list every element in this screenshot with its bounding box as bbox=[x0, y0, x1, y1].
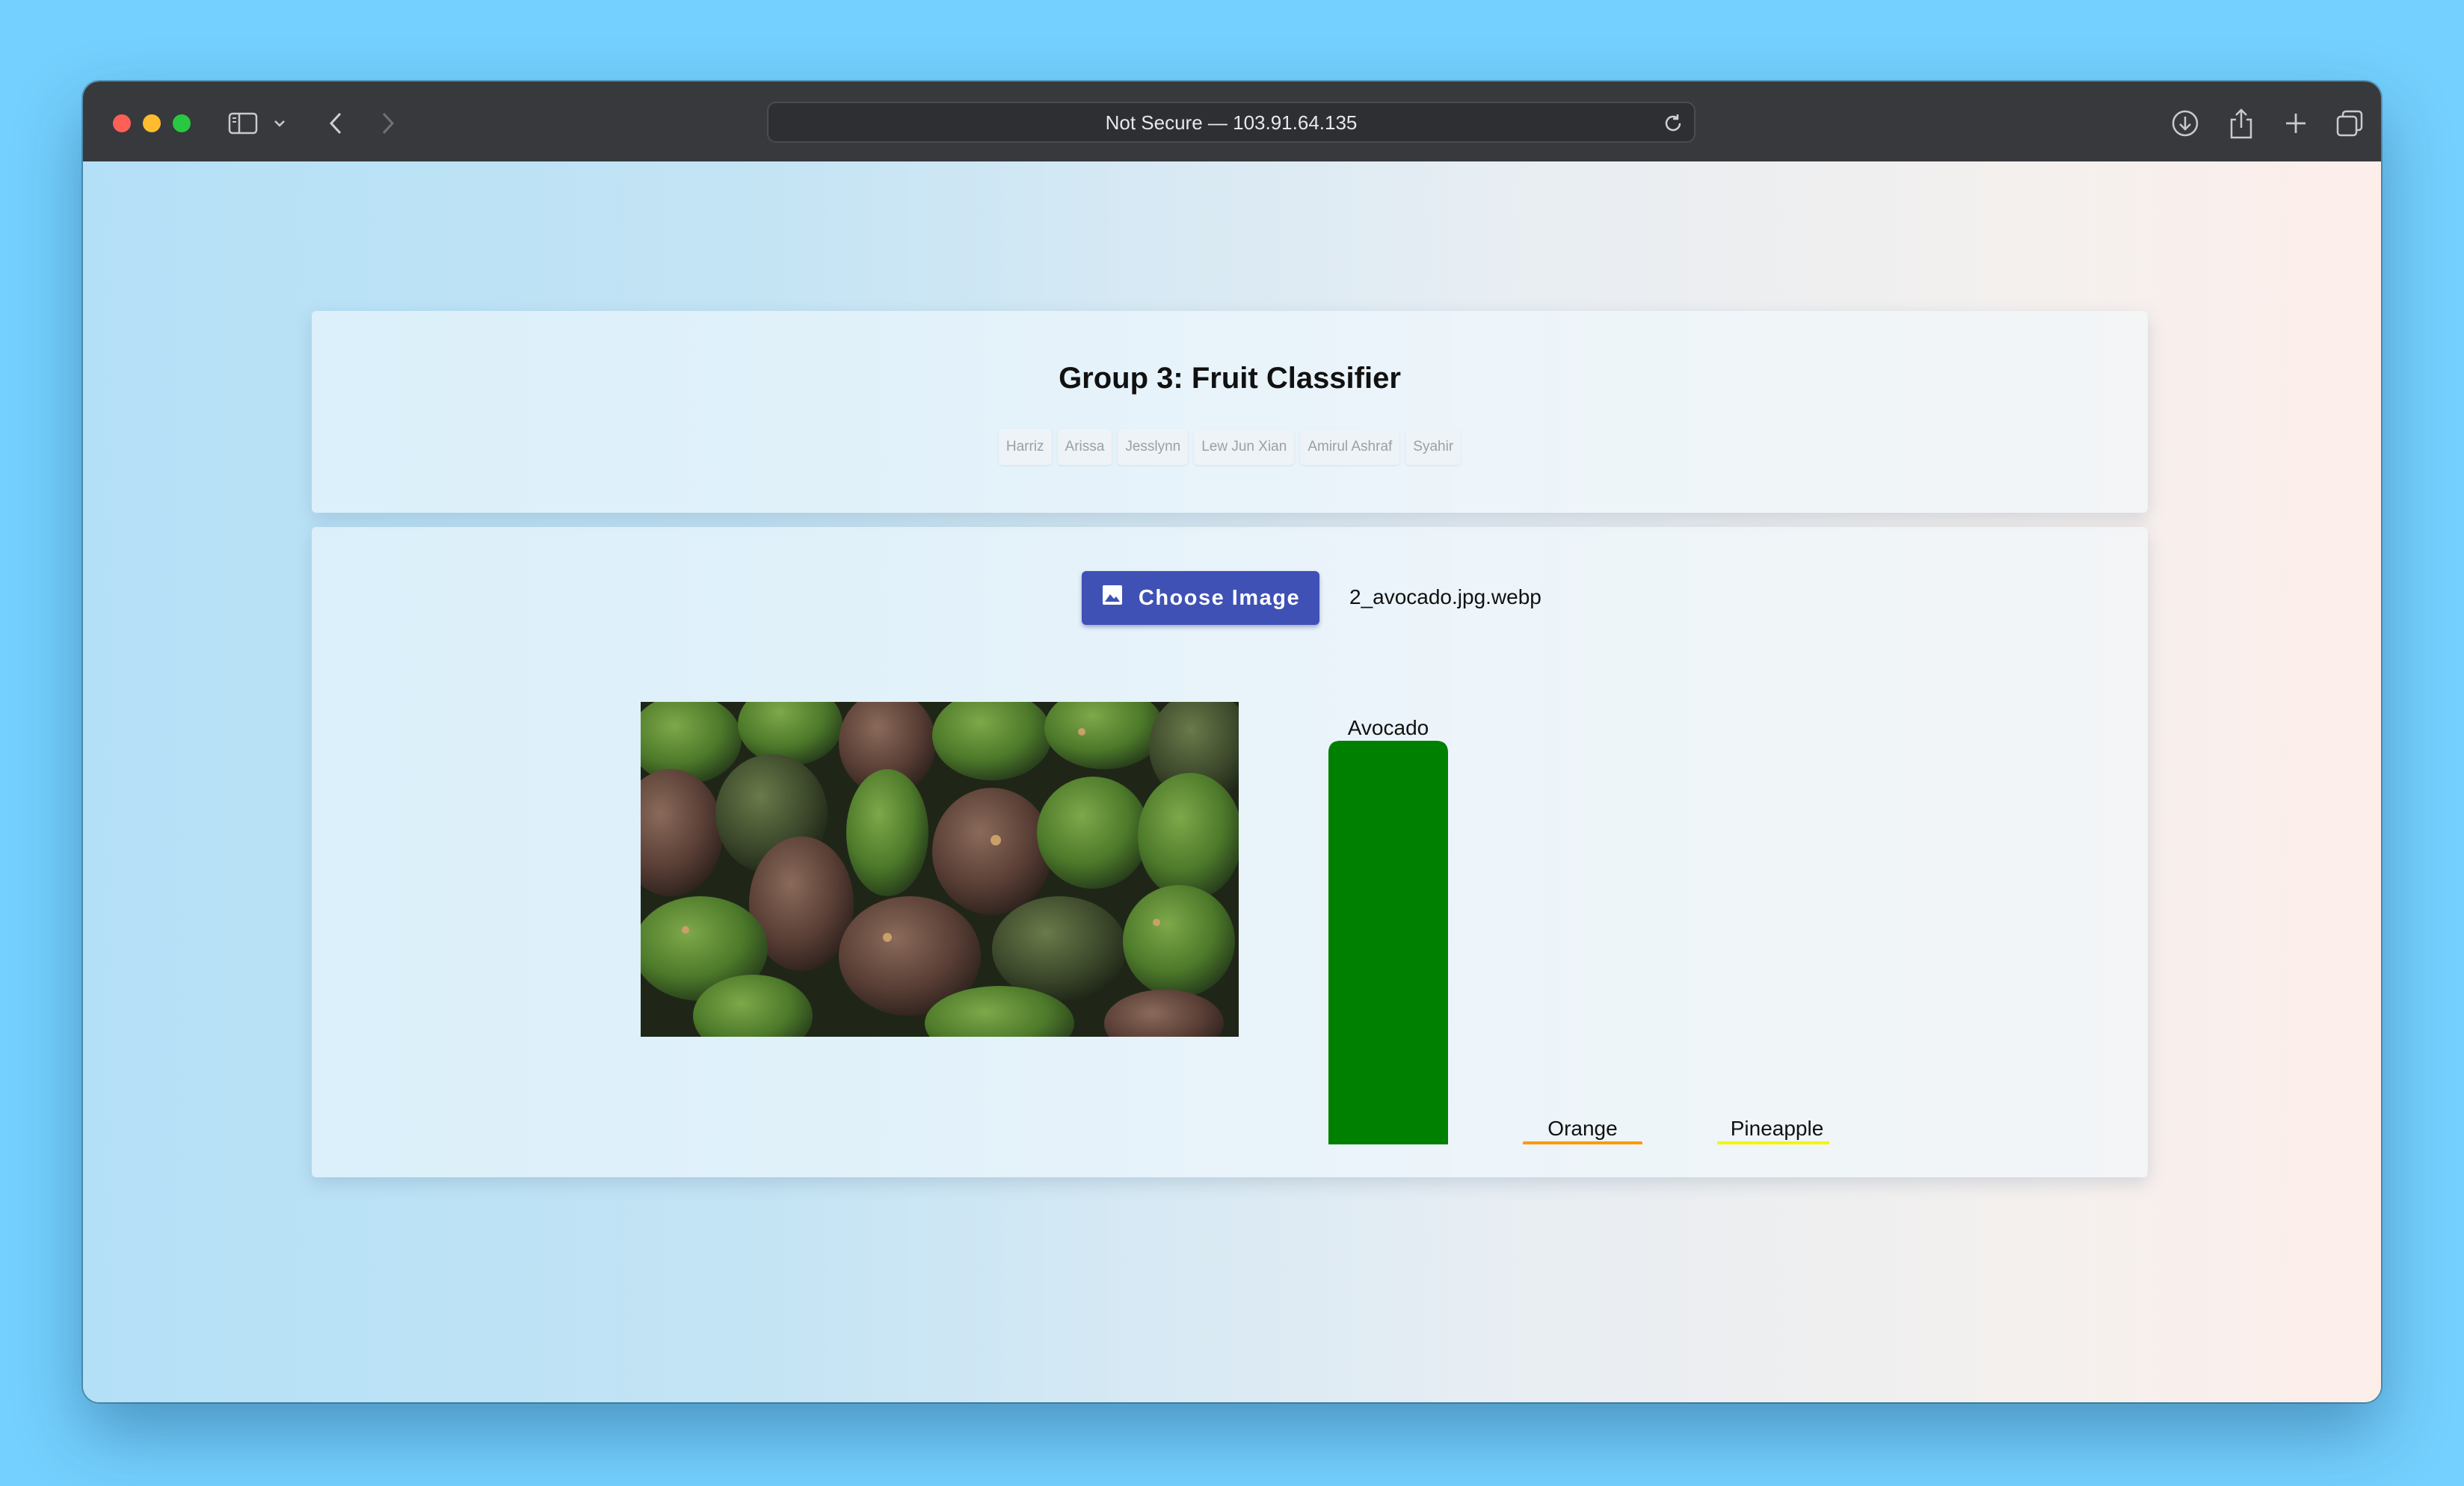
url-text: Not Secure — 103.91.64.135 bbox=[1105, 111, 1358, 134]
classifier-card: Choose Image 2_avocado.jpg.webp Avocado … bbox=[312, 527, 2148, 1177]
member-chip: Lew Jun Xian bbox=[1194, 429, 1295, 465]
member-chip: Syahir bbox=[1405, 429, 1462, 465]
address-bar[interactable]: Not Secure — 103.91.64.135 bbox=[767, 102, 1695, 143]
reload-icon[interactable] bbox=[1660, 110, 1687, 137]
forward-arrow-icon[interactable] bbox=[372, 107, 404, 140]
selected-filename: 2_avocado.jpg.webp bbox=[1349, 585, 1541, 608]
close-window-button[interactable] bbox=[113, 114, 131, 132]
page-title: Group 3: Fruit Classifier bbox=[1059, 362, 1401, 395]
bar-label-pineapple: Pineapple bbox=[1731, 1117, 1824, 1140]
zoom-window-button[interactable] bbox=[173, 114, 191, 132]
bar-orange bbox=[1523, 1141, 1642, 1144]
bar-pineapple bbox=[1717, 1141, 1837, 1144]
back-arrow-icon[interactable] bbox=[319, 107, 352, 140]
choose-image-button[interactable]: Choose Image bbox=[1082, 571, 1319, 625]
bar-avocado bbox=[1328, 741, 1448, 1144]
member-chip: Harriz bbox=[998, 429, 1052, 465]
tab-overview-icon[interactable] bbox=[2333, 107, 2366, 140]
prediction-chart: Avocado Orange Pineapple bbox=[1291, 691, 1837, 1170]
image-icon bbox=[1101, 584, 1124, 612]
choose-image-label: Choose Image bbox=[1138, 585, 1301, 610]
header-card: Group 3: Fruit Classifier Harriz Arissa Je… bbox=[312, 311, 2148, 513]
chevron-down-icon[interactable] bbox=[268, 107, 291, 140]
download-icon[interactable] bbox=[2169, 107, 2202, 140]
bar-label-avocado: Avocado bbox=[1348, 716, 1429, 739]
browser-window: Not Secure — 103.91.64.135 Group 3: Frui… bbox=[83, 81, 2381, 1402]
member-list: Harriz Arissa Jesslynn Lew Jun Xian Amirul A… bbox=[312, 429, 2148, 465]
page-content: Group 3: Fruit Classifier Harriz Arissa Je… bbox=[83, 161, 2381, 1402]
browser-toolbar: Not Secure — 103.91.64.135 bbox=[83, 81, 2381, 163]
new-tab-icon[interactable] bbox=[2279, 107, 2312, 140]
member-chip: Arissa bbox=[1057, 429, 1112, 465]
prediction-chart-svg: Avocado Orange Pineapple bbox=[1328, 716, 1837, 1144]
member-chip: Amirul Ashraf bbox=[1300, 429, 1400, 465]
member-chip: Jesslynn bbox=[1118, 429, 1189, 465]
uploaded-image bbox=[641, 702, 1239, 1037]
minimize-window-button[interactable] bbox=[143, 114, 161, 132]
bar-label-orange: Orange bbox=[1547, 1117, 1617, 1140]
share-icon[interactable] bbox=[2225, 107, 2258, 140]
sidebar-toggle-icon[interactable] bbox=[227, 107, 259, 140]
